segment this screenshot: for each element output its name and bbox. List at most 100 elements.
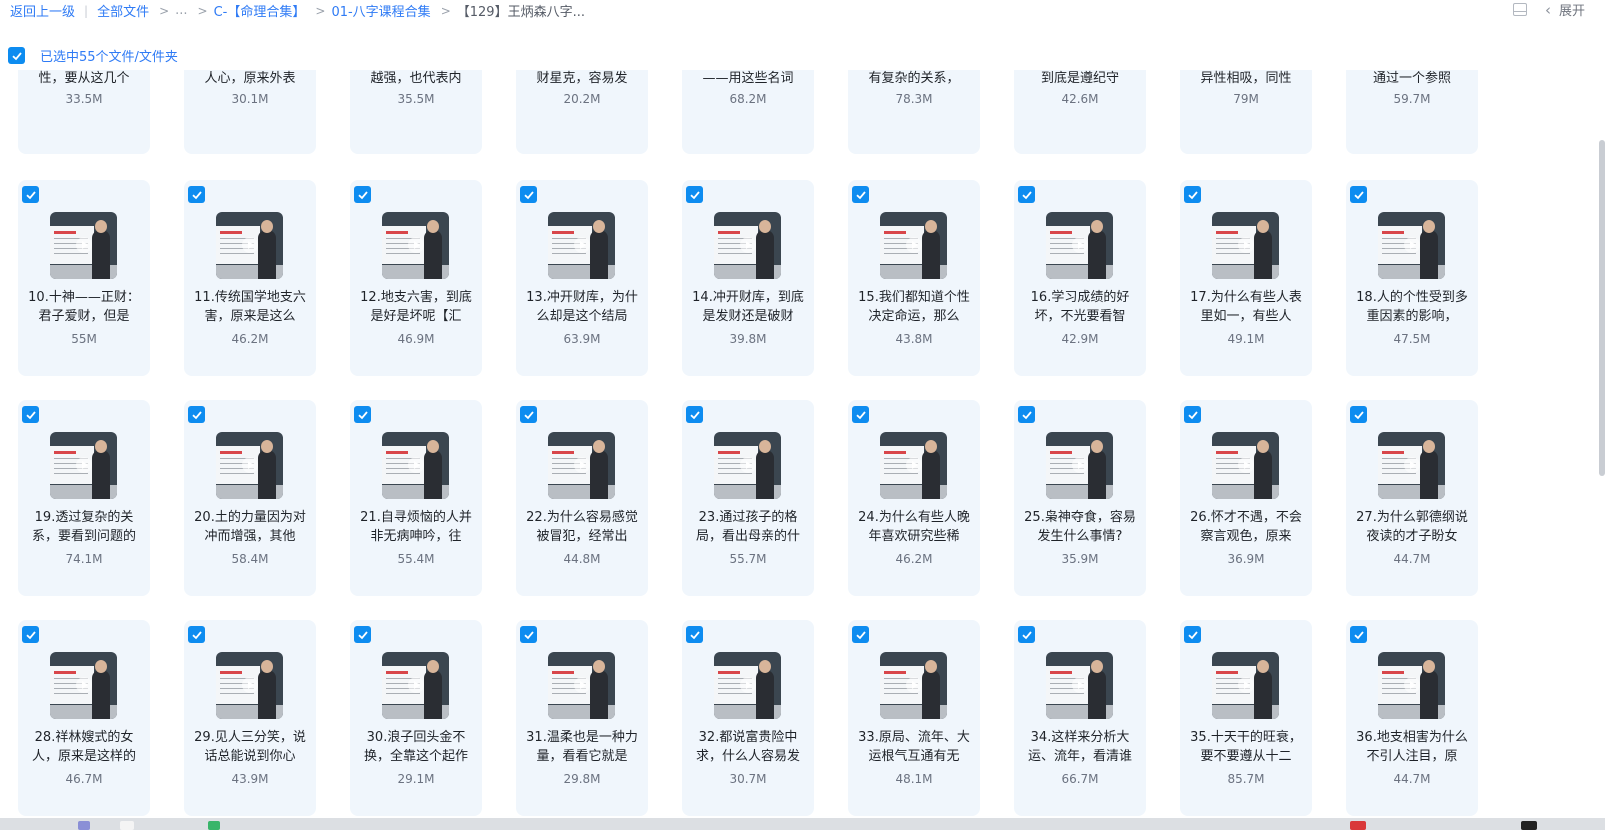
file-checkbox[interactable] xyxy=(354,406,371,423)
file-card[interactable]: 22.为什么容易感觉 被冒犯，经常出 44.8M xyxy=(516,400,648,596)
file-checkbox[interactable] xyxy=(22,186,39,203)
breadcrumb-level2[interactable]: 01-八字课程合集 xyxy=(331,1,430,20)
breadcrumb-all-files[interactable]: 全部文件 xyxy=(97,1,149,20)
video-thumbnail[interactable] xyxy=(50,652,117,719)
file-card[interactable]: 34.这样来分析大 运、流年，看清谁 66.7M xyxy=(1014,620,1146,816)
file-card[interactable]: 21.自寻烦恼的人并 非无病呻吟，往 55.4M xyxy=(350,400,482,596)
file-checkbox[interactable] xyxy=(22,626,39,643)
video-thumbnail[interactable] xyxy=(548,432,615,499)
video-thumbnail[interactable] xyxy=(1046,652,1113,719)
video-thumbnail[interactable] xyxy=(382,652,449,719)
breadcrumb-level1[interactable]: C-【命理合集】 xyxy=(214,1,306,20)
file-checkbox[interactable] xyxy=(188,186,205,203)
video-thumbnail[interactable] xyxy=(1212,432,1279,499)
file-card[interactable]: 14.冲开财库，到底 是发财还是破财 39.8M xyxy=(682,180,814,376)
file-card[interactable]: 异性相吸，同性 79M xyxy=(1180,70,1312,154)
file-checkbox[interactable] xyxy=(686,186,703,203)
video-thumbnail[interactable] xyxy=(382,432,449,499)
video-thumbnail[interactable] xyxy=(880,212,947,279)
file-checkbox[interactable] xyxy=(188,626,205,643)
file-card[interactable]: 16.学习成绩的好 坏，不光要看智 42.9M xyxy=(1014,180,1146,376)
file-checkbox[interactable] xyxy=(1018,406,1035,423)
layout-panel-icon[interactable] xyxy=(1512,3,1527,16)
file-checkbox[interactable] xyxy=(686,406,703,423)
file-checkbox[interactable] xyxy=(686,626,703,643)
video-thumbnail[interactable] xyxy=(382,212,449,279)
file-card[interactable]: 18.人的个性受到多 重因素的影响， 47.5M xyxy=(1346,180,1478,376)
video-thumbnail[interactable] xyxy=(1046,212,1113,279)
file-checkbox[interactable] xyxy=(354,186,371,203)
video-thumbnail[interactable] xyxy=(216,432,283,499)
video-thumbnail[interactable] xyxy=(548,212,615,279)
video-thumbnail[interactable] xyxy=(1378,432,1445,499)
video-thumbnail[interactable] xyxy=(216,212,283,279)
video-thumbnail[interactable] xyxy=(880,652,947,719)
video-thumbnail[interactable] xyxy=(714,212,781,279)
file-card[interactable]: 越强，也代表内 35.5M xyxy=(350,70,482,154)
file-checkbox[interactable] xyxy=(22,406,39,423)
file-checkbox[interactable] xyxy=(852,186,869,203)
file-card[interactable]: 29.见人三分笑，说 话总能说到你心 43.9M xyxy=(184,620,316,816)
file-card[interactable]: 27.为什么郭德纲说 夜读的才子盼女 44.7M xyxy=(1346,400,1478,596)
file-card[interactable]: 31.温柔也是一种力 量，看看它就是 29.8M xyxy=(516,620,648,816)
file-card[interactable]: 30.浪子回头金不 换，全靠这个起作 29.1M xyxy=(350,620,482,816)
video-thumbnail[interactable] xyxy=(1046,432,1113,499)
file-card[interactable]: 11.传统国学地支六 害，原来是这么 46.2M xyxy=(184,180,316,376)
file-checkbox[interactable] xyxy=(1184,626,1201,643)
file-card[interactable]: 32.都说富贵险中 求，什么人容易发 30.7M xyxy=(682,620,814,816)
file-checkbox[interactable] xyxy=(354,626,371,643)
file-card[interactable]: 到底是遵纪守 42.6M xyxy=(1014,70,1146,154)
scrollbar[interactable] xyxy=(1599,140,1605,476)
file-card[interactable]: 25.枭神夺食，容易 发生什么事情? 35.9M xyxy=(1014,400,1146,596)
video-thumbnail[interactable] xyxy=(50,212,117,279)
taskbar-app-icon[interactable] xyxy=(1521,821,1537,830)
file-card[interactable]: 28.祥林嫂式的女 人，原来是这样的 46.7M xyxy=(18,620,150,816)
file-checkbox[interactable] xyxy=(520,626,537,643)
file-card[interactable]: 12.地支六害，到底 是好是坏呢【汇 46.9M xyxy=(350,180,482,376)
file-card[interactable]: 33.原局、流年、大 运根气互通有无 48.1M xyxy=(848,620,980,816)
breadcrumb-ellipsis[interactable]: ... xyxy=(175,3,187,18)
file-checkbox[interactable] xyxy=(188,406,205,423)
file-card[interactable]: 15.我们都知道个性 决定命运，那么 43.8M xyxy=(848,180,980,376)
select-all-checkbox[interactable] xyxy=(8,47,25,64)
video-thumbnail[interactable] xyxy=(714,432,781,499)
video-thumbnail[interactable] xyxy=(1212,212,1279,279)
taskbar-app-icon[interactable] xyxy=(120,821,134,830)
video-thumbnail[interactable] xyxy=(714,652,781,719)
file-checkbox[interactable] xyxy=(1018,186,1035,203)
file-checkbox[interactable] xyxy=(520,186,537,203)
video-thumbnail[interactable] xyxy=(1212,652,1279,719)
file-checkbox[interactable] xyxy=(1184,406,1201,423)
file-checkbox[interactable] xyxy=(1350,186,1367,203)
file-card[interactable]: 13.冲开财库，为什 么却是这个结局 63.9M xyxy=(516,180,648,376)
file-card[interactable]: 性，要从这几个 33.5M xyxy=(18,70,150,154)
file-card[interactable]: 20.土的力量因为对 冲而增强，其他 58.4M xyxy=(184,400,316,596)
file-card[interactable]: 36.地支相害为什么 不引人注目，原 44.7M xyxy=(1346,620,1478,816)
file-card[interactable]: 17.为什么有些人表 里如一，有些人 49.1M xyxy=(1180,180,1312,376)
file-card[interactable]: 24.为什么有些人晚 年喜欢研究些稀 46.2M xyxy=(848,400,980,596)
file-card[interactable]: 26.怀才不遇，不会 察言观色，原来 36.9M xyxy=(1180,400,1312,596)
taskbar-app-icon[interactable] xyxy=(1350,821,1366,830)
file-card[interactable]: 23.通过孩子的格 局，看出母亲的什 55.7M xyxy=(682,400,814,596)
file-checkbox[interactable] xyxy=(1350,406,1367,423)
expand-button[interactable]: ‹ 展开 xyxy=(1545,0,1585,20)
video-thumbnail[interactable] xyxy=(216,652,283,719)
file-card[interactable]: 35.十天干的旺衰， 要不要遵从十二 85.7M xyxy=(1180,620,1312,816)
video-thumbnail[interactable] xyxy=(1378,652,1445,719)
file-card[interactable]: 人心，原来外表 30.1M xyxy=(184,70,316,154)
file-checkbox[interactable] xyxy=(852,626,869,643)
file-card[interactable]: ——用这些名词 68.2M xyxy=(682,70,814,154)
file-checkbox[interactable] xyxy=(1350,626,1367,643)
taskbar-app-icon[interactable] xyxy=(78,821,90,830)
file-checkbox[interactable] xyxy=(1184,186,1201,203)
video-thumbnail[interactable] xyxy=(1378,212,1445,279)
file-card[interactable]: 19.透过复杂的关 系，要看到问题的 74.1M xyxy=(18,400,150,596)
file-checkbox[interactable] xyxy=(520,406,537,423)
file-card[interactable]: 有复杂的关系， 78.3M xyxy=(848,70,980,154)
video-thumbnail[interactable] xyxy=(880,432,947,499)
file-checkbox[interactable] xyxy=(852,406,869,423)
file-card[interactable]: 10.十神——正财： 君子爱财，但是 55M xyxy=(18,180,150,376)
taskbar-app-icon[interactable] xyxy=(208,821,220,830)
video-thumbnail[interactable] xyxy=(50,432,117,499)
file-card[interactable]: 通过一个参照 59.7M xyxy=(1346,70,1478,154)
